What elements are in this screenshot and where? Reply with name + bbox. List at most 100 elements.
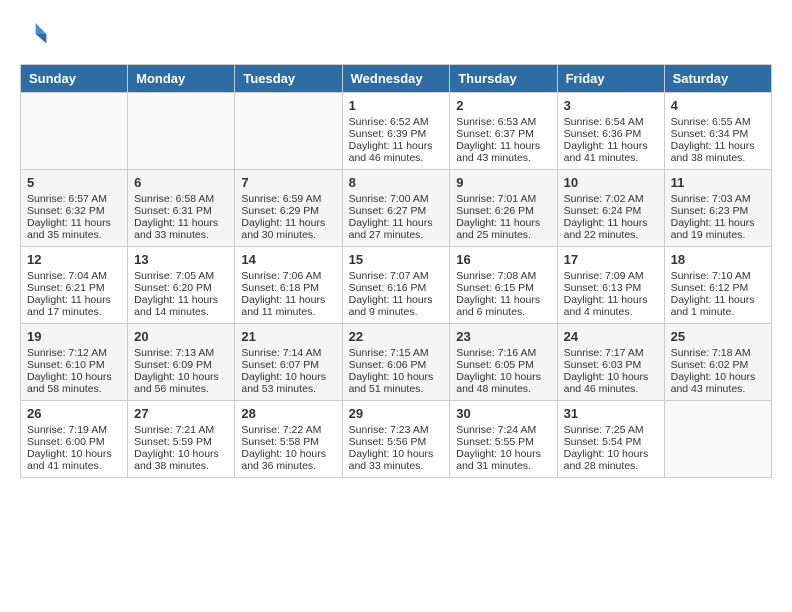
- day-number: 1: [349, 98, 444, 113]
- day-info-line: Sunrise: 7:12 AM: [27, 347, 121, 359]
- day-info-line: Sunrise: 7:14 AM: [241, 347, 335, 359]
- day-info-line: Sunset: 6:23 PM: [671, 205, 765, 217]
- calendar-cell: [235, 93, 342, 170]
- day-info-line: Sunrise: 7:03 AM: [671, 193, 765, 205]
- day-info-line: Sunset: 6:13 PM: [564, 282, 658, 294]
- calendar-cell: 3Sunrise: 6:54 AMSunset: 6:36 PMDaylight…: [557, 93, 664, 170]
- day-number: 31: [564, 406, 658, 421]
- day-number: 8: [349, 175, 444, 190]
- day-info-line: Daylight: 10 hours and 46 minutes.: [564, 371, 658, 395]
- day-number: 14: [241, 252, 335, 267]
- day-number: 10: [564, 175, 658, 190]
- day-info-line: Daylight: 10 hours and 36 minutes.: [241, 448, 335, 472]
- day-info-line: Sunrise: 7:23 AM: [349, 424, 444, 436]
- day-info-line: Sunrise: 6:52 AM: [349, 116, 444, 128]
- day-number: 28: [241, 406, 335, 421]
- day-number: 16: [456, 252, 550, 267]
- day-info-line: Sunset: 6:31 PM: [134, 205, 228, 217]
- day-number: 25: [671, 329, 765, 344]
- day-info-line: Sunrise: 7:19 AM: [27, 424, 121, 436]
- weekday-header-row: SundayMondayTuesdayWednesdayThursdayFrid…: [21, 65, 772, 93]
- day-info-line: Sunrise: 6:53 AM: [456, 116, 550, 128]
- day-info-line: Sunset: 6:18 PM: [241, 282, 335, 294]
- day-number: 26: [27, 406, 121, 421]
- calendar-cell: 17Sunrise: 7:09 AMSunset: 6:13 PMDayligh…: [557, 247, 664, 324]
- day-info-line: Sunset: 6:20 PM: [134, 282, 228, 294]
- calendar-cell: 16Sunrise: 7:08 AMSunset: 6:15 PMDayligh…: [450, 247, 557, 324]
- day-info-line: Sunset: 6:37 PM: [456, 128, 550, 140]
- calendar-cell: 9 Sunrise: 7:01 AMSunset: 6:26 PMDaylight…: [450, 170, 557, 247]
- weekday-header-cell: Monday: [128, 65, 235, 93]
- day-info-line: Sunset: 6:27 PM: [349, 205, 444, 217]
- day-number: 23: [456, 329, 550, 344]
- calendar-cell: 14Sunrise: 7:06 AMSunset: 6:18 PMDayligh…: [235, 247, 342, 324]
- calendar-cell: 18Sunrise: 7:10 AMSunset: 6:12 PMDayligh…: [664, 247, 771, 324]
- day-info-line: Sunset: 5:59 PM: [134, 436, 228, 448]
- day-number: 6: [134, 175, 228, 190]
- day-info-line: Daylight: 11 hours and 9 minutes.: [349, 294, 444, 318]
- day-info-line: Sunset: 5:54 PM: [564, 436, 658, 448]
- day-info-line: Daylight: 11 hours and 17 minutes.: [27, 294, 121, 318]
- day-number: 27: [134, 406, 228, 421]
- calendar-week-row: 12Sunrise: 7:04 AMSunset: 6:21 PMDayligh…: [21, 247, 772, 324]
- calendar-cell: 23Sunrise: 7:16 AMSunset: 6:05 PMDayligh…: [450, 324, 557, 401]
- day-number: 11: [671, 175, 765, 190]
- day-info-line: Daylight: 10 hours and 31 minutes.: [456, 448, 550, 472]
- calendar-cell: 20Sunrise: 7:13 AMSunset: 6:09 PMDayligh…: [128, 324, 235, 401]
- calendar-cell: 25Sunrise: 7:18 AMSunset: 6:02 PMDayligh…: [664, 324, 771, 401]
- day-number: 15: [349, 252, 444, 267]
- calendar-cell: 7Sunrise: 6:59 AMSunset: 6:29 PMDaylight…: [235, 170, 342, 247]
- day-number: 24: [564, 329, 658, 344]
- day-info-line: Daylight: 10 hours and 48 minutes.: [456, 371, 550, 395]
- day-info-line: Daylight: 11 hours and 25 minutes.: [456, 217, 550, 241]
- day-info-line: Sunrise: 7:15 AM: [349, 347, 444, 359]
- day-info-line: Daylight: 11 hours and 35 minutes.: [27, 217, 121, 241]
- calendar-week-row: 1 Sunrise: 6:52 AMSunset: 6:39 PM Daylight…: [21, 93, 772, 170]
- day-info-line: Sunrise: 7:06 AM: [241, 270, 335, 282]
- day-number: 2: [456, 98, 550, 113]
- day-info-line: Daylight: 11 hours and 27 minutes.: [349, 217, 444, 241]
- day-info-line: Daylight: 11 hours and 1 minute.: [671, 294, 765, 318]
- day-number: 30: [456, 406, 550, 421]
- day-info-line: Sunrise: 7:18 AM: [671, 347, 765, 359]
- day-info-line: Sunrise: 7:09 AM: [564, 270, 658, 282]
- calendar-week-row: 5Sunrise: 6:57 AMSunset: 6:32 PMDaylight…: [21, 170, 772, 247]
- day-info-line: Sunset: 6:03 PM: [564, 359, 658, 371]
- day-info-line: Sunrise: 7:01 AM: [456, 193, 550, 205]
- day-number: 13: [134, 252, 228, 267]
- day-info-line: Daylight: 11 hours and 38 minutes.: [671, 140, 765, 164]
- day-info-line: Sunrise: 7:04 AM: [27, 270, 121, 282]
- day-info-line: Sunset: 6:34 PM: [671, 128, 765, 140]
- day-info-line: Daylight: 10 hours and 38 minutes.: [134, 448, 228, 472]
- day-info-line: Sunset: 6:26 PM: [456, 205, 550, 217]
- day-number: 9: [456, 175, 550, 190]
- day-info-line: Sunset: 6:07 PM: [241, 359, 335, 371]
- day-number: 7: [241, 175, 335, 190]
- calendar-cell: 4Sunrise: 6:55 AMSunset: 6:34 PMDaylight…: [664, 93, 771, 170]
- page-header: [20, 20, 772, 48]
- day-info-line: Sunset: 6:36 PM: [564, 128, 658, 140]
- calendar-cell: 29Sunrise: 7:23 AMSunset: 5:56 PMDayligh…: [342, 401, 450, 478]
- day-info-line: Sunset: 6:39 PM: [349, 128, 444, 140]
- day-number: 21: [241, 329, 335, 344]
- day-info-line: Sunset: 6:05 PM: [456, 359, 550, 371]
- day-info-line: Daylight: 11 hours and 22 minutes.: [564, 217, 658, 241]
- calendar-cell: 24 Sunrise: 7:17 AMSunset: 6:03 PMDayligh…: [557, 324, 664, 401]
- day-info-line: Sunset: 6:00 PM: [27, 436, 121, 448]
- day-info-line: Sunrise: 7:13 AM: [134, 347, 228, 359]
- day-info-line: Sunset: 6:06 PM: [349, 359, 444, 371]
- day-info-line: Daylight: 10 hours and 28 minutes.: [564, 448, 658, 472]
- day-number: 22: [349, 329, 444, 344]
- weekday-header-cell: Sunday: [21, 65, 128, 93]
- logo-icon: [20, 20, 48, 48]
- day-info-line: Sunset: 6:02 PM: [671, 359, 765, 371]
- calendar-cell: 6Sunrise: 6:58 AMSunset: 6:31 PMDaylight…: [128, 170, 235, 247]
- day-info-line: Sunrise: 6:58 AM: [134, 193, 228, 205]
- calendar-cell: [128, 93, 235, 170]
- calendar-cell: 27Sunrise: 7:21 AMSunset: 5:59 PMDayligh…: [128, 401, 235, 478]
- day-number: 5: [27, 175, 121, 190]
- day-info-line: Sunset: 5:58 PM: [241, 436, 335, 448]
- day-info-line: Sunrise: 7:17 AM: [564, 347, 658, 359]
- day-info-line: Sunrise: 7:08 AM: [456, 270, 550, 282]
- day-info-line: Daylight: 10 hours and 51 minutes.: [349, 371, 444, 395]
